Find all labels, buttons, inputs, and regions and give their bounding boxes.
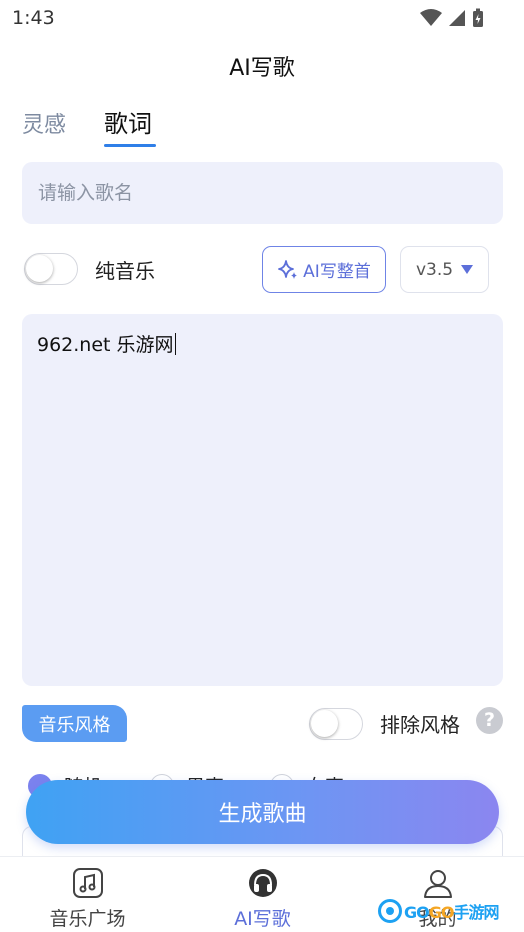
watermark-circle-icon [378,899,402,923]
version-select[interactable]: v3.5 [400,246,489,293]
wifi-icon [420,9,442,26]
help-icon[interactable]: ? [476,707,503,734]
lyrics-textarea[interactable]: 962.net 乐游网 [22,314,503,686]
pure-music-toggle[interactable] [24,253,78,285]
nav-label-music-plaza: 音乐广场 [49,908,126,930]
watermark-text: GOGO手游网 [404,903,499,922]
watermark-logo: GOGO手游网 [378,895,499,927]
toggle-knob [311,710,338,737]
ai-write-full-button[interactable]: AI写整首 [262,246,386,293]
version-value: v3.5 [415,259,454,280]
active-tab-indicator [104,144,156,147]
text-cursor [174,333,177,355]
generate-song-button[interactable]: 生成歌曲 [26,780,499,844]
toggle-knob [26,255,53,282]
nav-item-ai-write[interactable]: AI写歌 [175,857,350,932]
pure-music-label: 纯音乐 [95,259,155,283]
caret-down-icon [461,265,474,274]
nav-label-ai-write: AI写歌 [234,908,291,930]
headphones-icon [248,869,277,897]
ai-write-label: AI写整首 [303,262,371,282]
status-time: 1:43 [12,7,55,29]
battery-icon [473,8,483,27]
status-icons [420,8,484,28]
status-bar: 1:43 [0,0,524,38]
exclude-style-toggle[interactable] [309,708,363,740]
music-style-tag: 音乐风格 [22,705,127,742]
music-note-icon [72,868,103,898]
page-title: AI写歌 [229,56,295,81]
nav-item-music-plaza[interactable]: 音乐广场 [0,857,175,932]
tab-lyrics[interactable]: 歌词 [104,104,152,139]
exclude-style-label: 排除风格 [380,713,460,737]
sparkle-icon [278,259,298,279]
song-name-input[interactable] [22,162,503,224]
lyrics-text: 962.net 乐游网 [37,334,174,356]
signal-icon [449,10,465,26]
tab-inspiration[interactable]: 灵感 [22,107,66,139]
